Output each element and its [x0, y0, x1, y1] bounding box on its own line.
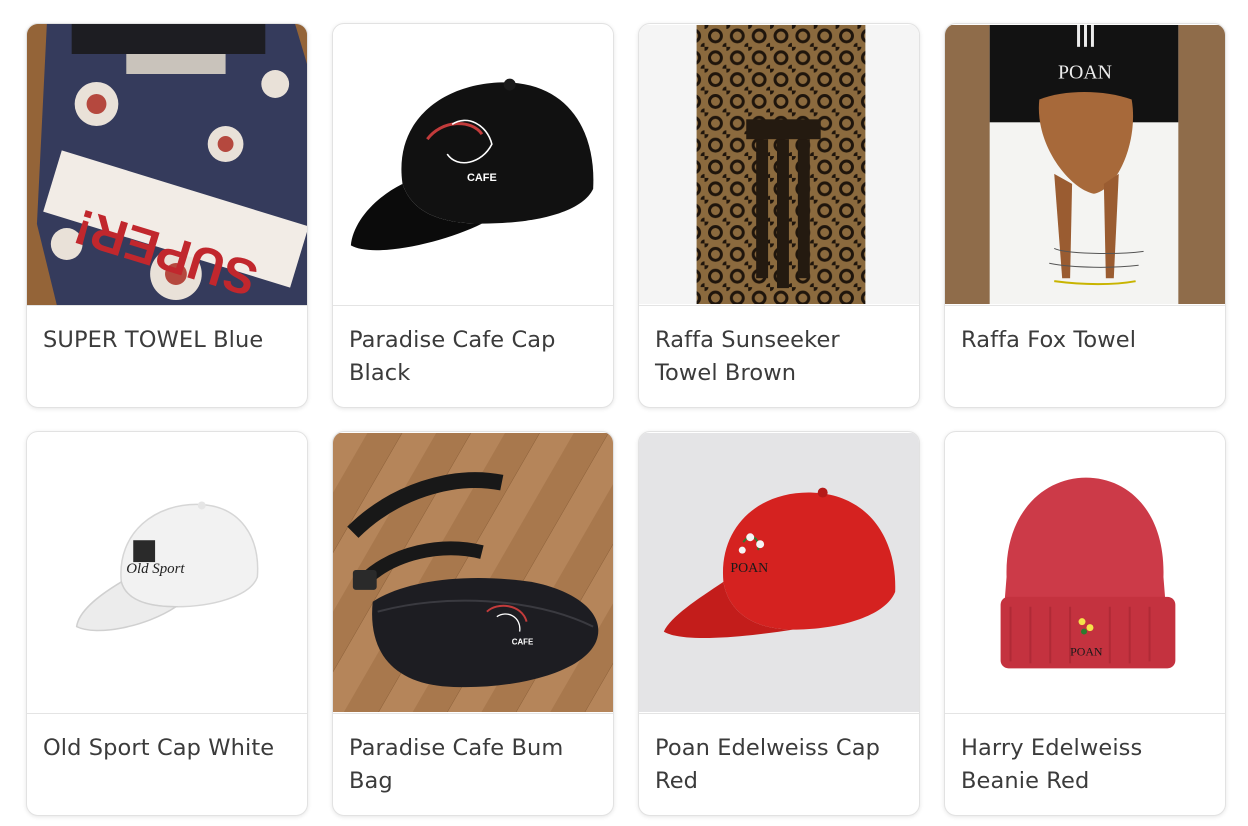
super-towel-image[interactable]: SUPER!	[27, 24, 307, 306]
product-grid: SUPER! SUPER TOWEL Blue CAFE Paradise Ca…	[26, 23, 1226, 816]
svg-text:POAN: POAN	[1070, 644, 1103, 658]
fox-towel-image[interactable]: POAN	[945, 24, 1225, 306]
bum-bag-image[interactable]: CAFE	[333, 432, 613, 714]
red-cap-image[interactable]: POAN	[639, 432, 919, 714]
svg-text:POAN: POAN	[730, 561, 768, 576]
svg-text:Old Sport: Old Sport	[126, 561, 185, 577]
product-card[interactable]: POAN Harry Edelweiss Beanie Red	[944, 431, 1226, 816]
product-card[interactable]: Raffa Sunseeker Towel Brown	[638, 23, 920, 408]
black-cap-image[interactable]: CAFE	[333, 24, 613, 306]
product-title: Raffa Fox Towel	[961, 327, 1137, 353]
product-card[interactable]: CAFE Paradise Cafe Cap Black	[332, 23, 614, 408]
product-title: Paradise Cafe Cap Black	[349, 327, 556, 386]
product-title: Paradise Cafe Bum Bag	[349, 735, 564, 794]
product-card[interactable]: CAFE Paradise Cafe Bum Bag	[332, 431, 614, 816]
product-title: SUPER TOWEL Blue	[43, 327, 264, 353]
product-title: Poan Edelweiss Cap Red	[655, 735, 880, 794]
product-card[interactable]: Old Sport Old Sport Cap White	[26, 431, 308, 816]
svg-text:POAN: POAN	[1058, 62, 1112, 84]
brown-towel-image[interactable]	[639, 24, 919, 306]
product-card[interactable]: SUPER! SUPER TOWEL Blue	[26, 23, 308, 408]
product-title: Raffa Sunseeker Towel Brown	[655, 327, 840, 386]
red-beanie-image[interactable]: POAN	[945, 432, 1225, 714]
white-cap-image[interactable]: Old Sport	[27, 432, 307, 714]
svg-text:CAFE: CAFE	[467, 172, 497, 184]
product-title: Harry Edelweiss Beanie Red	[961, 735, 1143, 794]
svg-text:CAFE: CAFE	[512, 637, 534, 646]
product-card[interactable]: POAN Raffa Fox Towel	[944, 23, 1226, 408]
product-title: Old Sport Cap White	[43, 735, 275, 761]
product-card[interactable]: POAN Poan Edelweiss Cap Red	[638, 431, 920, 816]
